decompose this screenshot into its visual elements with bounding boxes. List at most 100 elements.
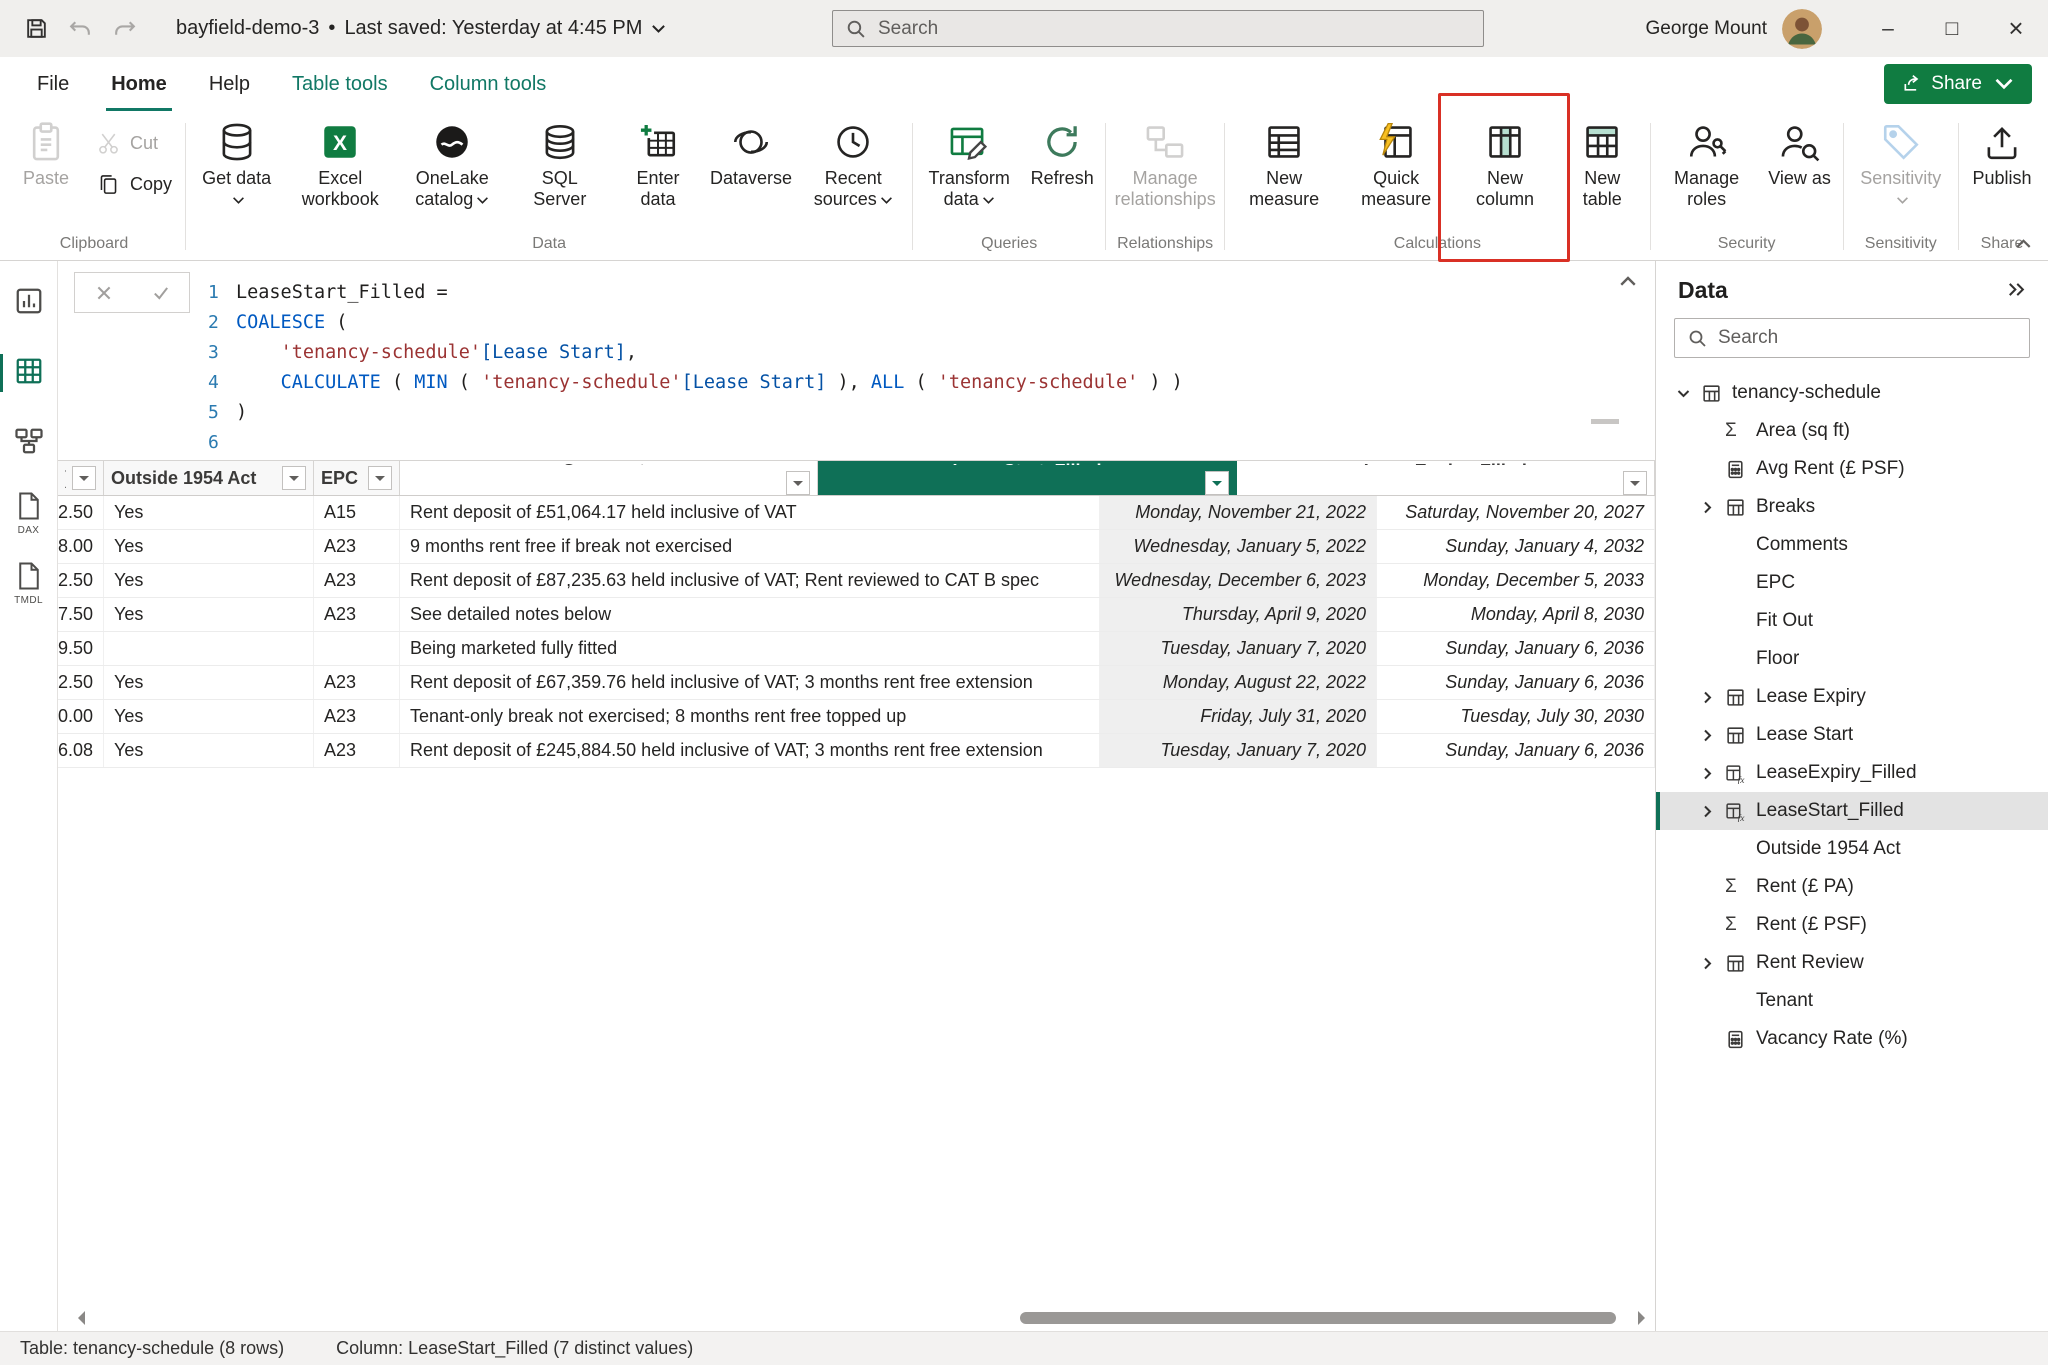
sql-server-button[interactable]: SQL Server [508,113,611,211]
collapse-ribbon-button[interactable] [2015,237,2032,252]
field-item-comments[interactable]: Comments [1656,526,2048,564]
table-cell[interactable]: A15 [314,496,400,529]
column-header-leaseexpiry-filled[interactable]: LeaseExpiry_Filled [1237,461,1655,495]
table-cell[interactable]: Rent deposit of £67,359.76 held inclusiv… [400,666,1100,699]
fields-search-input[interactable] [1718,327,2017,349]
table-cell[interactable]: A23 [314,666,400,699]
maximize-button[interactable]: □ [1920,0,1984,57]
table-cell[interactable] [104,632,314,665]
table-cell[interactable]: Sunday, January 6, 2036 [1377,734,1655,767]
table-cell[interactable]: Wednesday, January 5, 2022 [1100,530,1377,563]
field-item-breaks[interactable]: Breaks [1656,488,2048,526]
save-button[interactable] [14,7,58,51]
formula-scrollbar-thumb[interactable] [1591,419,1619,424]
document-title[interactable]: bayfield-demo-3 • Last saved: Yesterday … [176,17,666,40]
filter-icon[interactable] [282,466,306,490]
field-item-fit-out[interactable]: Fit Out [1656,602,2048,640]
table-cell[interactable]: 2.50 [58,564,104,597]
table-cell[interactable]: Tuesday, January 7, 2020 [1100,632,1377,665]
commit-formula-button[interactable] [132,273,189,312]
cancel-formula-button[interactable] [75,273,132,312]
table-cell[interactable]: Monday, April 8, 2030 [1377,598,1655,631]
table-cell[interactable]: Monday, December 5, 2033 [1377,564,1655,597]
field-item-area-sq-ft[interactable]: ΣArea (sq ft) [1656,412,2048,450]
table-cell[interactable]: 9.50 [58,632,104,665]
table-cell[interactable]: Monday, November 21, 2022 [1100,496,1377,529]
field-item-epc[interactable]: EPC [1656,564,2048,602]
table-cell[interactable]: 6.08 [58,734,104,767]
manage-roles-button[interactable]: Manage roles [1654,113,1760,211]
recent-sources-button[interactable]: Recent sources [797,113,909,211]
table-cell[interactable]: 8.00 [58,530,104,563]
table-cell[interactable]: 7.50 [58,598,104,631]
table-cell[interactable]: Friday, July 31, 2020 [1100,700,1377,733]
table-cell[interactable]: A23 [314,734,400,767]
view-rail-report-view[interactable] [0,279,58,327]
field-item-rent-pa[interactable]: ΣRent (£ PA) [1656,868,2048,906]
table-cell[interactable]: Thursday, April 9, 2020 [1100,598,1377,631]
table-cell[interactable]: Tenant-only break not exercised; 8 month… [400,700,1100,733]
tab-table-tools[interactable]: Table tools [271,57,409,111]
refresh-button[interactable]: Refresh [1022,113,1102,191]
redo-button[interactable] [102,7,146,51]
field-item-leaseexpiry-filled[interactable]: fxLeaseExpiry_Filled [1656,754,2048,792]
table-cell[interactable]: Sunday, January 4, 2032 [1377,530,1655,563]
chevron-right-icon[interactable] [1700,728,1725,743]
table-cell[interactable]: Rent deposit of £51,064.17 held inclusiv… [400,496,1100,529]
tab-column-tools[interactable]: Column tools [409,57,568,111]
field-item-rent-review[interactable]: Rent Review [1656,944,2048,982]
field-item-vacancy-rate[interactable]: Vacancy Rate (%) [1656,1020,2048,1058]
close-button[interactable]: × [1984,0,2048,57]
filter-icon[interactable] [368,466,392,490]
dax-formula-editor[interactable]: 1LeaseStart_Filled = 2COALESCE (3 'tenan… [208,277,1585,457]
tab-help[interactable]: Help [188,57,271,111]
copy-button[interactable]: Copy [90,170,178,199]
table-cell[interactable]: Monday, August 22, 2022 [1100,666,1377,699]
view-rail-dax-query-view[interactable]: DAX [0,489,58,537]
table-cell[interactable]: Yes [104,564,314,597]
table-cell[interactable]: 2.50 [58,666,104,699]
filter-icon[interactable] [1623,471,1647,495]
table-cell[interactable]: Sunday, January 6, 2036 [1377,632,1655,665]
new-table-button[interactable]: New table [1558,113,1647,211]
chevron-down-icon[interactable] [1676,386,1701,401]
excel-workbook-button[interactable]: XExcel workbook [284,113,396,211]
table-cell[interactable]: A23 [314,700,400,733]
global-search[interactable] [832,10,1484,47]
filter-icon[interactable] [1205,471,1229,495]
table-cell[interactable]: Saturday, November 20, 2027 [1377,496,1655,529]
table-cell[interactable]: Yes [104,496,314,529]
table-cell[interactable]: 0.00 [58,700,104,733]
fields-search[interactable] [1674,318,2030,358]
scrollbar-thumb[interactable] [1020,1312,1616,1324]
scroll-right-button[interactable] [1638,1311,1645,1325]
field-item-floor[interactable]: Floor [1656,640,2048,678]
table-cell[interactable]: Wednesday, December 6, 2023 [1100,564,1377,597]
table-cell[interactable]: A23 [314,564,400,597]
formula-bar[interactable]: 1LeaseStart_Filled = 2COALESCE (3 'tenan… [58,261,1655,460]
table-cell[interactable]: Rent deposit of £245,884.50 held inclusi… [400,734,1100,767]
table-cell[interactable]: Yes [104,666,314,699]
filter-icon[interactable] [786,471,810,495]
table-cell[interactable]: Tuesday, January 7, 2020 [1100,734,1377,767]
get-data-button[interactable]: Get data [189,113,284,211]
table-cell[interactable]: 2.50 [58,496,104,529]
view-as-button[interactable]: View as [1760,113,1840,191]
view-rail-tmdl-view[interactable]: TMDL [0,559,58,607]
minimize-button[interactable]: – [1856,0,1920,57]
share-button[interactable]: Share [1884,64,2032,104]
chevron-right-icon[interactable] [1700,690,1725,705]
tab-file[interactable]: File [16,57,90,111]
table-cell[interactable]: A23 [314,598,400,631]
chevron-right-icon[interactable] [1700,766,1725,781]
chevron-right-icon[interactable] [1700,804,1725,819]
column-header-leasestart-filled[interactable]: LeaseStart_Filled [818,461,1236,495]
collapse-formula-bar-button[interactable] [1619,275,1637,290]
avatar[interactable] [1782,9,1822,49]
table-cell[interactable]: Yes [104,530,314,563]
view-rail-table-view[interactable] [0,349,58,397]
field-item-lease-expiry[interactable]: Lease Expiry [1656,678,2048,716]
table-cell[interactable]: Yes [104,734,314,767]
field-item-tenant[interactable]: Tenant [1656,982,2048,1020]
column-header-outside-1954-act[interactable]: Outside 1954 Act [104,461,314,495]
